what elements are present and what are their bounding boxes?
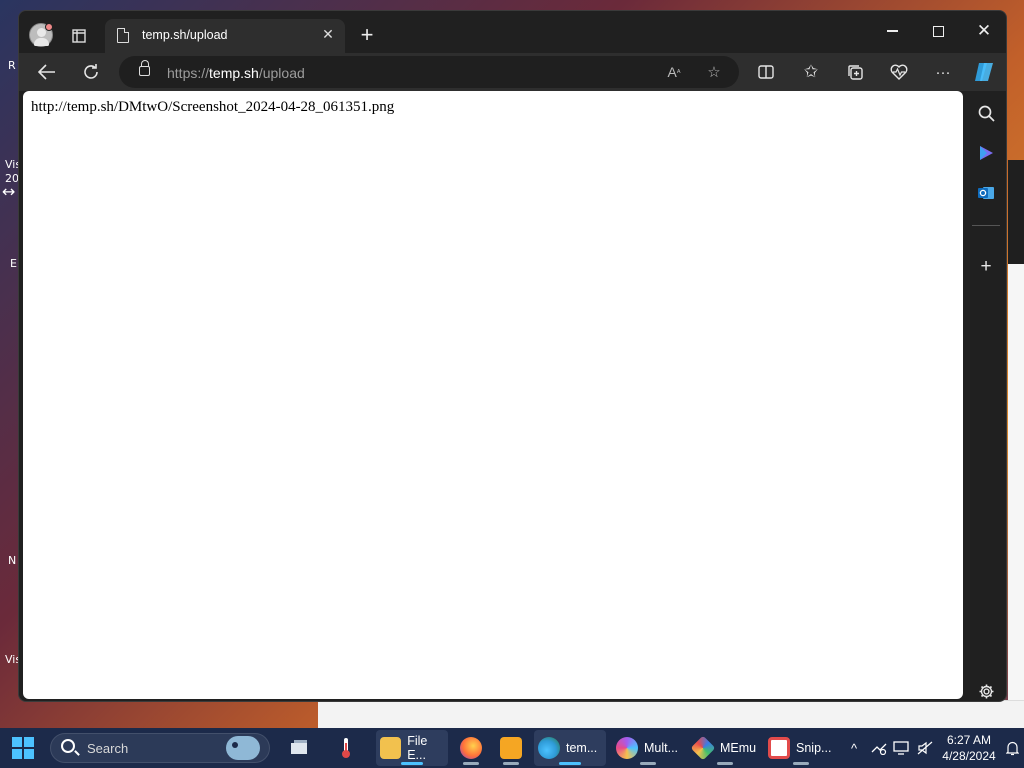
- sidebar-settings-icon[interactable]: [974, 679, 998, 701]
- running-indicator: [401, 762, 423, 765]
- close-tab-icon[interactable]: ✕: [319, 26, 337, 43]
- tab-title: temp.sh/upload: [142, 28, 228, 42]
- running-indicator: [503, 762, 519, 765]
- taskbar-search[interactable]: Search: [50, 733, 270, 763]
- url-scheme: https://: [167, 65, 210, 81]
- desktop-icon-label[interactable]: E: [10, 257, 17, 270]
- url-path: /upload: [258, 65, 305, 81]
- upload-result-link[interactable]: http://temp.sh/DMtwO/Screenshot_2024-04-…: [31, 99, 394, 116]
- windows-logo-icon: [24, 737, 34, 747]
- close-icon: ✕: [976, 21, 992, 40]
- taskbar-app-snipping-tool[interactable]: Snip...: [766, 730, 836, 766]
- taskbar-app-label: tem...: [566, 741, 598, 755]
- page-content: http://temp.sh/DMtwO/Screenshot_2024-04-…: [23, 91, 963, 699]
- running-indicator: [640, 762, 656, 765]
- edge-icon: [538, 737, 560, 759]
- sidebar-divider: [972, 225, 1000, 226]
- title-bar: temp.sh/upload ✕ + ✕: [19, 11, 1006, 53]
- browser-window: temp.sh/upload ✕ + ✕ https://temp.sh/upl…: [18, 10, 1007, 702]
- windows-logo-icon: [12, 737, 22, 747]
- back-icon[interactable]: [35, 61, 59, 83]
- clock-date: 4/28/2024: [942, 749, 996, 763]
- url-host: temp.sh: [209, 65, 259, 81]
- close-window-button[interactable]: ✕: [961, 17, 1006, 45]
- snipping-tool-icon: [768, 737, 790, 759]
- edge-sidebar: +: [965, 91, 1006, 701]
- minimize-icon: [886, 30, 898, 32]
- tab-actions-icon[interactable]: [68, 25, 90, 47]
- background-window-content: [1008, 264, 1024, 700]
- firefox-icon: [460, 737, 482, 759]
- taskbar-app-edge[interactable]: tem...: [534, 730, 606, 766]
- system-clock[interactable]: 6:27 AM 4/28/2024: [938, 732, 1000, 764]
- desktop-icon-label[interactable]: N: [8, 554, 16, 567]
- desktop-icon-label[interactable]: R: [8, 59, 16, 72]
- search-icon: [61, 739, 75, 753]
- url-text[interactable]: https://temp.sh/upload: [167, 65, 305, 81]
- start-button[interactable]: [12, 737, 34, 759]
- taskbar-app-label: Mult...: [644, 741, 679, 755]
- background-window-bottom: [318, 700, 1024, 728]
- search-highlight-icon: [226, 736, 260, 760]
- task-view-icon[interactable]: [284, 730, 314, 766]
- copilot-icon[interactable]: [971, 61, 999, 83]
- running-indicator: [559, 762, 581, 765]
- collections-icon[interactable]: [843, 61, 867, 83]
- maximize-button[interactable]: [915, 17, 961, 45]
- navigation-toolbar: https://temp.sh/upload Aᴬ ☆ ✩ ···: [19, 53, 1006, 91]
- taskbar-app-label: MEmu: [720, 741, 757, 755]
- refresh-icon[interactable]: [79, 61, 103, 83]
- temperature-widget-icon[interactable]: [332, 730, 360, 766]
- taskbar: Search File E... tem... Mult... MEmu Sni…: [0, 728, 1024, 768]
- notification-bell-icon[interactable]: [1002, 728, 1022, 768]
- page-icon: [117, 28, 129, 43]
- outlook-icon[interactable]: [974, 181, 998, 205]
- more-options-icon[interactable]: ···: [931, 61, 955, 83]
- folder-icon: [380, 737, 402, 759]
- memu-icon: [690, 735, 716, 761]
- maximize-icon: [932, 25, 944, 37]
- taskbar-app-firefox[interactable]: [456, 730, 486, 766]
- taskbar-app-media-player[interactable]: [496, 730, 526, 766]
- copilot-sidebar-icon[interactable]: [974, 141, 998, 165]
- clock-time: 6:27 AM: [946, 733, 992, 747]
- running-indicator: [793, 762, 809, 765]
- running-indicator: [463, 762, 479, 765]
- network-status-icon[interactable]: [868, 728, 890, 768]
- taskbar-app-multi[interactable]: Mult...: [612, 730, 684, 766]
- media-player-icon: [500, 737, 522, 759]
- resize-cursor-icon: ↔: [2, 182, 16, 201]
- windows-logo-icon: [12, 749, 22, 759]
- background-window: [1008, 160, 1024, 264]
- windows-logo-icon: [24, 749, 34, 759]
- lock-icon[interactable]: [139, 60, 150, 76]
- browser-tab[interactable]: temp.sh/upload ✕: [105, 19, 345, 53]
- taskbar-app-file-explorer[interactable]: File E...: [376, 730, 448, 766]
- taskbar-app-label: File E...: [407, 734, 428, 762]
- favorite-star-icon[interactable]: ☆: [703, 62, 725, 82]
- running-indicator: [717, 762, 733, 765]
- split-screen-icon[interactable]: [754, 61, 778, 83]
- display-icon[interactable]: [890, 728, 912, 768]
- search-icon[interactable]: [974, 101, 998, 125]
- taskbar-app-memu[interactable]: MEmu: [690, 730, 760, 766]
- volume-muted-icon[interactable]: [914, 728, 936, 768]
- multi-app-icon: [616, 737, 638, 759]
- address-bar[interactable]: https://temp.sh/upload Aᴬ ☆: [119, 56, 739, 88]
- minimize-button[interactable]: [869, 17, 915, 45]
- add-sidebar-app-icon[interactable]: +: [974, 255, 998, 279]
- search-placeholder: Search: [87, 741, 129, 756]
- browser-essentials-icon[interactable]: [887, 61, 911, 83]
- read-aloud-icon[interactable]: Aᴬ: [663, 62, 685, 82]
- notification-dot: [45, 23, 53, 31]
- favorites-icon[interactable]: ✩: [799, 61, 823, 83]
- new-tab-icon[interactable]: +: [355, 22, 379, 48]
- show-hidden-icons-chevron-icon[interactable]: ^: [844, 728, 864, 768]
- taskbar-app-label: Snip...: [796, 741, 832, 755]
